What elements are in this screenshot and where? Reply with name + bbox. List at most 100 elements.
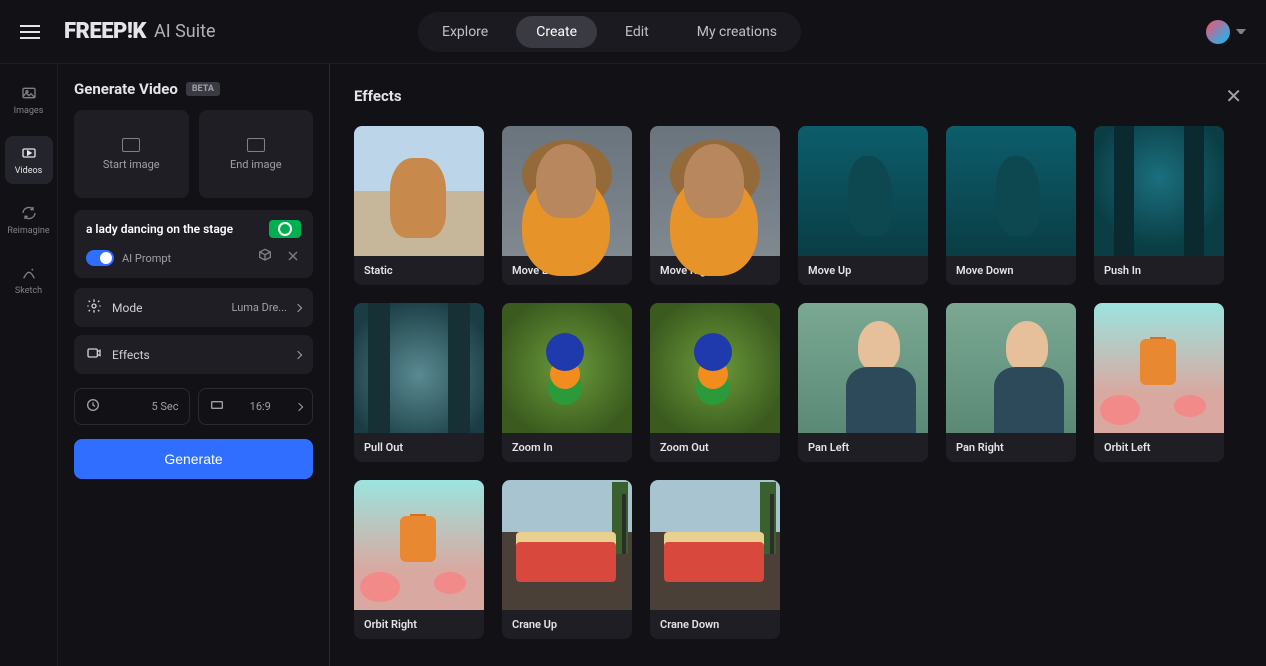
effect-label: Pull Out xyxy=(354,433,484,462)
prompt-input[interactable]: a lady dancing on the stage xyxy=(86,222,233,236)
logo-suite: AI Suite xyxy=(154,21,216,42)
effect-label: Move Right xyxy=(650,256,780,285)
chevron-right-icon xyxy=(294,350,302,358)
effect-card[interactable]: Orbit Right xyxy=(354,480,484,639)
effect-card[interactable]: Push In xyxy=(1094,126,1224,285)
main-panel: Effects ✕ Static Move Left Move Right Move … xyxy=(330,64,1266,666)
effect-thumbnail xyxy=(798,126,928,256)
effect-label: Crane Down xyxy=(650,610,780,639)
rail-reimagine[interactable]: Reimagine xyxy=(5,196,53,244)
mode-icon xyxy=(86,298,102,317)
rail-images[interactable]: Images xyxy=(5,76,53,124)
effect-label: Move Down xyxy=(946,256,1076,285)
duration-chip[interactable]: 5 Sec xyxy=(74,388,190,425)
sketch-icon xyxy=(20,264,38,282)
rail-videos[interactable]: Videos xyxy=(5,136,53,184)
sidebar-title-text: Generate Video xyxy=(74,80,178,98)
effect-card[interactable]: Crane Down xyxy=(650,480,780,639)
clock-icon xyxy=(85,397,101,416)
close-panel-button[interactable]: ✕ xyxy=(1225,84,1242,108)
chevron-right-icon xyxy=(295,402,303,410)
effect-thumbnail xyxy=(1094,303,1224,433)
effect-thumbnail xyxy=(354,480,484,610)
effects-row[interactable]: Effects xyxy=(74,335,313,374)
nav-pill: Explore Create Edit My creations xyxy=(418,12,801,52)
prompt-box: a lady dancing on the stage AI Prompt xyxy=(74,210,313,278)
mode-value: Luma Dre... xyxy=(232,301,288,314)
effect-label: Move Left xyxy=(502,256,632,285)
chevron-down-icon xyxy=(1236,29,1246,35)
ratio-value: 16:9 xyxy=(250,400,271,413)
effect-label: Push In xyxy=(1094,256,1224,285)
effect-thumbnail xyxy=(650,126,780,256)
close-icon[interactable] xyxy=(285,248,301,268)
effects-grid: Static Move Left Move Right Move Up Move Dow… xyxy=(354,126,1242,639)
effect-card[interactable]: Move Right xyxy=(650,126,780,285)
effect-thumbnail xyxy=(354,303,484,433)
generate-button[interactable]: Generate xyxy=(74,439,313,479)
sidebar-title: Generate Video BETA xyxy=(74,80,313,98)
effect-card[interactable]: Move Up xyxy=(798,126,928,285)
effect-label: Crane Up xyxy=(502,610,632,639)
reimagine-icon xyxy=(20,204,38,222)
effect-thumbnail xyxy=(946,303,1076,433)
beta-badge: BETA xyxy=(186,82,220,96)
effect-label: Orbit Left xyxy=(1094,433,1224,462)
effect-label: Static xyxy=(354,256,484,285)
effect-card[interactable]: Move Down xyxy=(946,126,1076,285)
effects-title: Effects xyxy=(354,87,402,105)
effect-label: Pan Right xyxy=(946,433,1076,462)
effect-thumbnail xyxy=(650,303,780,433)
effect-card[interactable]: Pan Left xyxy=(798,303,928,462)
effect-card[interactable]: Move Left xyxy=(502,126,632,285)
chevron-right-icon xyxy=(294,303,302,311)
effect-card[interactable]: Static xyxy=(354,126,484,285)
nav-edit[interactable]: Edit xyxy=(605,16,669,48)
avatar xyxy=(1206,20,1230,44)
duration-value: 5 Sec xyxy=(151,400,178,413)
sidebar: Generate Video BETA Start image End imag… xyxy=(58,64,330,666)
end-image-label: End image xyxy=(230,158,282,171)
user-menu[interactable] xyxy=(1206,20,1246,44)
effects-icon xyxy=(86,345,102,364)
image-add-icon xyxy=(122,138,140,152)
effect-card[interactable]: Zoom In xyxy=(502,303,632,462)
ratio-icon xyxy=(209,397,225,416)
start-image-label: Start image xyxy=(103,158,160,171)
end-image-well[interactable]: End image xyxy=(199,110,314,198)
grammarly-icon[interactable] xyxy=(269,220,301,238)
effect-thumbnail xyxy=(798,303,928,433)
effect-card[interactable]: Crane Up xyxy=(502,480,632,639)
rail-sketch[interactable]: Sketch xyxy=(5,256,53,304)
effect-card[interactable]: Pull Out xyxy=(354,303,484,462)
videos-icon xyxy=(20,144,38,162)
nav-create[interactable]: Create xyxy=(516,16,597,48)
effect-label: Zoom Out xyxy=(650,433,780,462)
left-rail: Images Videos Reimagine Sketch xyxy=(0,64,58,666)
mode-label: Mode xyxy=(112,301,142,315)
menu-icon[interactable] xyxy=(20,25,40,39)
effect-thumbnail xyxy=(354,126,484,256)
effect-card[interactable]: Orbit Left xyxy=(1094,303,1224,462)
cube-icon[interactable] xyxy=(257,248,273,268)
effect-thumbnail xyxy=(502,303,632,433)
images-icon xyxy=(20,84,38,102)
effect-card[interactable]: Zoom Out xyxy=(650,303,780,462)
effect-thumbnail xyxy=(1094,126,1224,256)
effect-label: Orbit Right xyxy=(354,610,484,639)
ai-prompt-label: AI Prompt xyxy=(122,252,171,265)
effect-label: Pan Left xyxy=(798,433,928,462)
header: FREEP!K AI Suite Explore Create Edit My … xyxy=(0,0,1266,64)
logo[interactable]: FREEP!K xyxy=(64,19,146,44)
mode-row[interactable]: Mode Luma Dre... xyxy=(74,288,313,327)
ai-prompt-toggle[interactable] xyxy=(86,250,114,266)
nav-explore[interactable]: Explore xyxy=(422,16,508,48)
effect-thumbnail xyxy=(502,126,632,256)
image-add-icon xyxy=(247,138,265,152)
effect-card[interactable]: Pan Right xyxy=(946,303,1076,462)
nav-my-creations[interactable]: My creations xyxy=(677,16,797,48)
effect-thumbnail xyxy=(946,126,1076,256)
effects-label: Effects xyxy=(112,348,150,362)
start-image-well[interactable]: Start image xyxy=(74,110,189,198)
ratio-chip[interactable]: 16:9 xyxy=(198,388,314,425)
